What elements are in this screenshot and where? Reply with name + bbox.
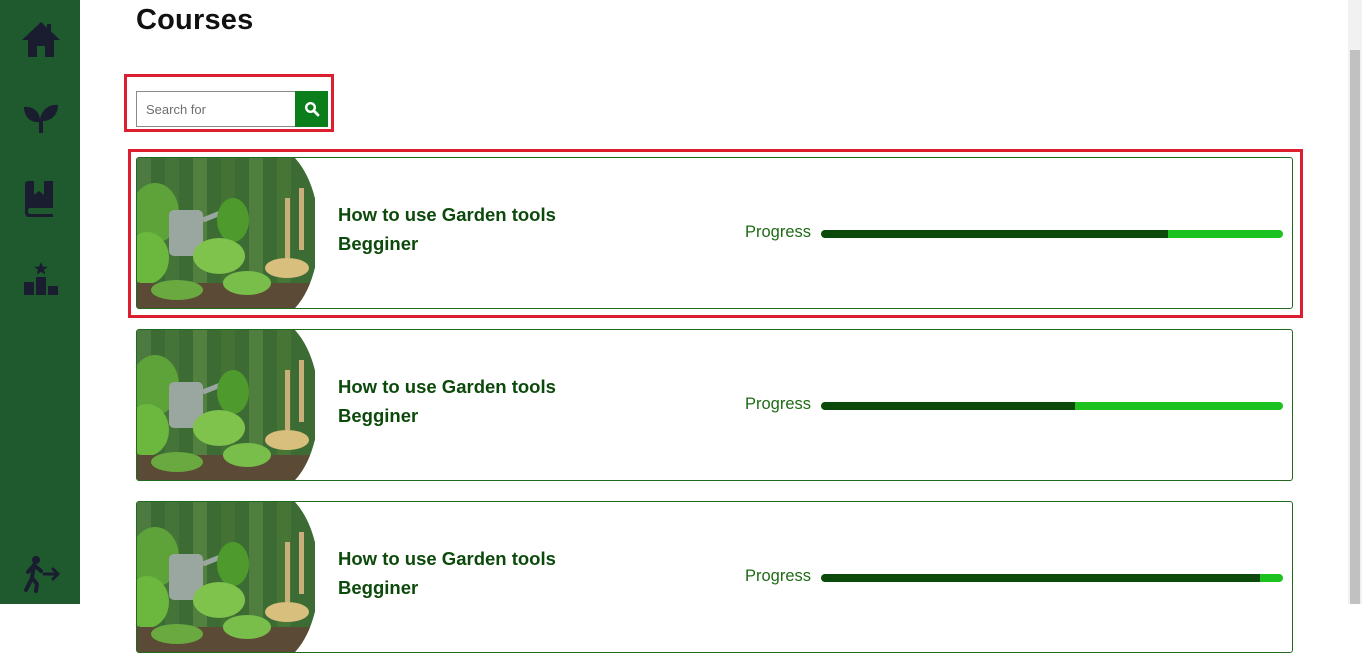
scrollbar[interactable] (1348, 0, 1362, 604)
course-title-line: How to use Garden tools (338, 548, 556, 569)
scrollbar-thumb[interactable] (1350, 50, 1360, 604)
progress-bar (821, 574, 1283, 582)
page-title: Courses (136, 4, 254, 36)
search-button[interactable] (295, 91, 328, 127)
course-card[interactable]: How to use Garden tools Begginer Progres… (136, 157, 1293, 309)
progress-bar-fill (821, 574, 1260, 582)
course-level: Begginer (338, 577, 419, 598)
course-card[interactable]: How to use Garden tools Begginer Progres… (136, 329, 1293, 481)
progress-label: Progress (745, 395, 812, 413)
course-level: Begginer (338, 405, 419, 426)
progress-bar-fill (821, 402, 1076, 410)
bookmark-book-icon[interactable] (20, 178, 62, 220)
course-title: How to use Garden tools Begginer (338, 544, 618, 602)
home-icon[interactable] (20, 19, 62, 61)
course-thumbnail (137, 330, 315, 480)
course-title: How to use Garden tools Begginer (338, 200, 618, 258)
progress-label: Progress (745, 223, 812, 241)
search-icon (304, 101, 319, 117)
course-title-line: How to use Garden tools (338, 204, 556, 225)
podium-icon[interactable] (20, 258, 62, 300)
course-thumbnail (137, 502, 315, 652)
progress-bar (821, 230, 1283, 238)
progress-label: Progress (745, 567, 812, 585)
course-title: How to use Garden tools Begginer (338, 372, 618, 430)
sprout-icon[interactable] (20, 97, 62, 139)
course-card[interactable]: How to use Garden tools Begginer Progres… (136, 501, 1293, 653)
search-input[interactable] (136, 91, 296, 127)
progress-bar-fill (821, 230, 1168, 238)
main-content: Courses Search for How to use Garden too… (80, 0, 1348, 653)
logout-icon[interactable] (20, 553, 62, 595)
course-title-line: How to use Garden tools (338, 376, 556, 397)
sidebar (0, 0, 80, 604)
course-thumbnail (137, 158, 315, 308)
progress-bar (821, 402, 1283, 410)
course-level: Begginer (338, 233, 419, 254)
